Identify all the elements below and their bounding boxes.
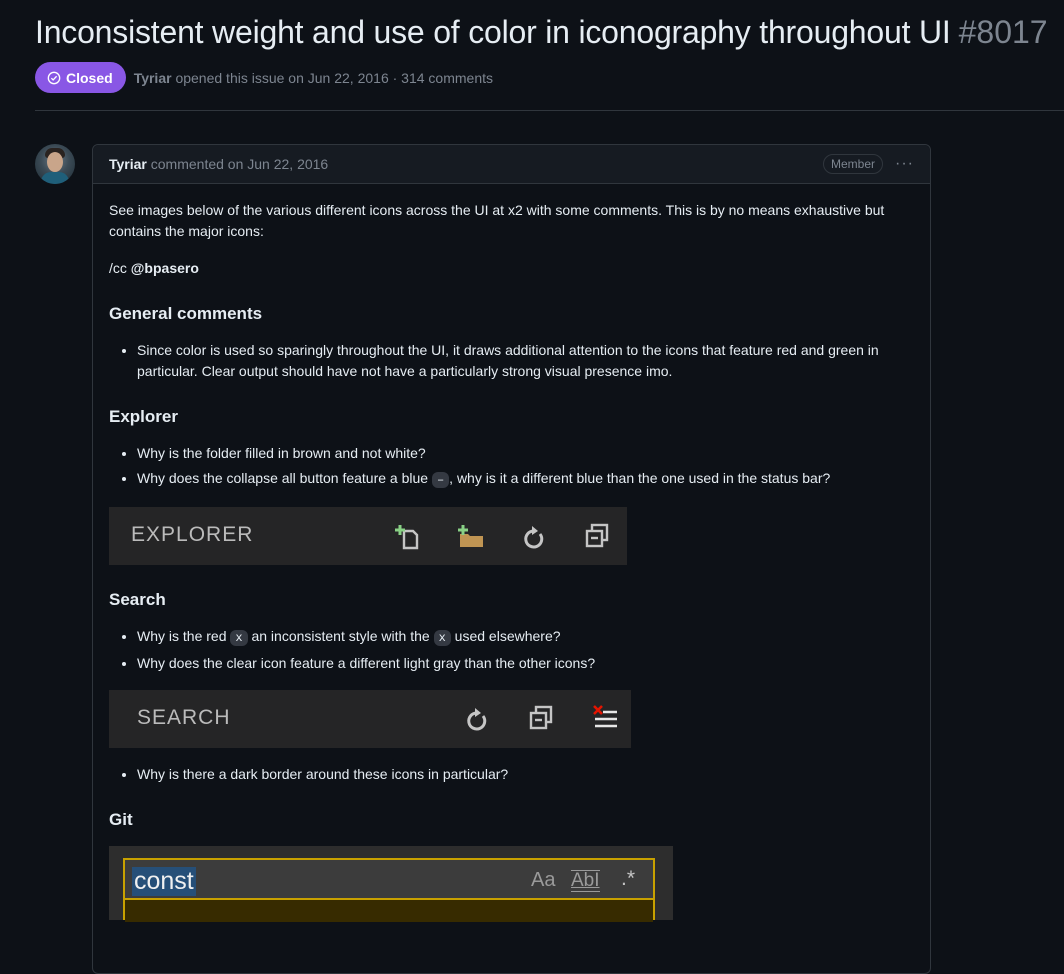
list-item: Why does the collapse all button feature… — [137, 468, 914, 491]
collapse-all-icon — [527, 704, 555, 732]
list-item: Why does the clear icon feature a differ… — [137, 653, 914, 674]
list-item: Why is there a dark border around these … — [137, 764, 914, 785]
issue-number: #8017 — [958, 14, 1048, 50]
member-badge: Member — [823, 154, 884, 174]
issue-meta-text: Tyriar opened this issue on Jun 22, 2016… — [134, 70, 493, 86]
inline-code: – — [431, 472, 450, 488]
heading-explorer: Explorer — [109, 407, 178, 426]
comment-date[interactable]: commented on Jun 22, 2016 — [151, 156, 328, 172]
comment-author-link[interactable]: Tyriar — [109, 156, 147, 172]
avatar[interactable] — [35, 144, 75, 184]
check-circle-icon — [47, 71, 61, 84]
list-item: Why is the folder filled in brown and no… — [137, 443, 914, 464]
issue-meta: Closed Tyriar opened this issue on Jun 2… — [35, 62, 493, 93]
find-input-underline — [125, 898, 653, 922]
clear-results-icon — [591, 704, 619, 732]
new-folder-icon — [457, 523, 485, 551]
heading-general: General comments — [109, 304, 263, 323]
intro-text: See images below of the various differen… — [109, 202, 885, 239]
search-label: SEARCH — [137, 706, 231, 729]
status-label: Closed — [66, 69, 113, 86]
general-list: Since color is used so sparingly through… — [109, 340, 914, 382]
search-list-2: Why is there a dark border around these … — [109, 764, 914, 785]
explorer-screenshot[interactable]: EXPLORER — [109, 507, 627, 565]
heading-search: Search — [109, 590, 166, 609]
comment-header: Tyriar commented on Jun 22, 2016 Member … — [93, 145, 930, 184]
issue-title: Inconsistent weight and use of color in … — [35, 14, 951, 50]
explorer-label: EXPLORER — [131, 523, 254, 546]
inline-code: x — [433, 630, 451, 646]
more-options-icon[interactable]: ··· — [895, 155, 914, 173]
cc-prefix: /cc — [109, 260, 127, 276]
find-input-value[interactable]: const — [132, 867, 196, 896]
issue-author-link[interactable]: Tyriar — [134, 70, 172, 86]
heading-git: Git — [109, 810, 133, 829]
refresh-icon — [463, 706, 491, 734]
match-case-icon[interactable]: Aa — [531, 870, 555, 891]
regex-icon[interactable]: .* — [621, 868, 635, 889]
comment-box: Tyriar commented on Jun 22, 2016 Member … — [92, 144, 931, 974]
status-badge: Closed — [35, 62, 126, 93]
search-screenshot[interactable]: SEARCH — [109, 690, 631, 748]
explorer-list: Why is the folder filled in brown and no… — [109, 443, 914, 491]
cc-line: /cc @bpasero — [109, 258, 914, 279]
inline-code: x — [230, 630, 248, 646]
list-item: Why is the red x an inconsistent style w… — [137, 626, 914, 649]
git-screenshot[interactable]: const Aa AbI .* — [109, 846, 673, 922]
issue-meta-detail: opened this issue on Jun 22, 2016 · 314 … — [175, 69, 493, 86]
refresh-icon — [520, 524, 548, 552]
issue-title-row: Inconsistent weight and use of color in … — [35, 14, 1055, 51]
mention-link[interactable]: @bpasero — [131, 260, 199, 276]
new-file-icon — [394, 523, 422, 551]
search-list: Why is the red x an inconsistent style w… — [109, 626, 914, 674]
collapse-all-icon — [583, 522, 611, 550]
header-divider — [35, 110, 1064, 111]
list-item: Since color is used so sparingly through… — [137, 340, 914, 382]
comment-meta: Tyriar commented on Jun 22, 2016 — [109, 156, 328, 172]
match-word-icon[interactable]: AbI — [571, 870, 600, 892]
comment-body: See images below of the various differen… — [93, 184, 930, 922]
find-input-box: const Aa AbI .* — [123, 858, 655, 922]
